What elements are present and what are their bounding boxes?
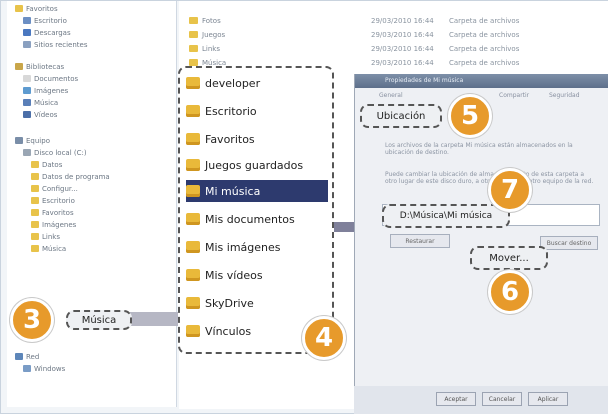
ubicacion-tab-callout[interactable]: Ubicación	[360, 104, 442, 128]
folder-item-juegos-guardados[interactable]: Juegos guardados	[186, 154, 328, 176]
file-type: Carpeta de archivos	[449, 31, 520, 39]
drive-icon	[23, 149, 31, 156]
file-type: Carpeta de archivos	[449, 45, 520, 53]
file-date: 29/03/2010 16:44	[371, 17, 434, 25]
nav-item-videos[interactable]: Vídeos	[23, 109, 57, 120]
nav-item-imagenes-2[interactable]: Imágenes	[31, 219, 76, 230]
cancel-button[interactable]: Cancelar	[482, 392, 522, 406]
step-badge-7: 7	[488, 168, 532, 212]
connector-line	[130, 312, 178, 326]
computer-icon	[23, 365, 31, 372]
file-type: Carpeta de archivos	[449, 59, 520, 67]
folder-icon	[31, 197, 39, 204]
apply-button[interactable]: Aplicar	[528, 392, 568, 406]
file-type: Carpeta de archivos	[449, 17, 520, 25]
musica-callout[interactable]: Música	[66, 310, 132, 330]
folder-icon	[186, 269, 200, 281]
file-row[interactable]: Juegos	[189, 29, 225, 40]
file-date: 29/03/2010 16:44	[371, 59, 434, 67]
folder-icon	[31, 245, 39, 252]
folder-list-callout: developer Escritorio Favoritos Juegos gu…	[178, 66, 334, 354]
nav-item-red[interactable]: Red	[15, 351, 39, 362]
nav-item-favoritos-2[interactable]: Favoritos	[31, 207, 74, 218]
folder-icon	[186, 297, 200, 309]
folder-item-favoritos[interactable]: Favoritos	[186, 128, 328, 150]
nav-item-bibliotecas[interactable]: Bibliotecas	[15, 61, 64, 72]
computer-icon	[15, 137, 23, 144]
folder-item-skydrive[interactable]: SkyDrive	[186, 292, 328, 314]
nav-item-musica-2[interactable]: Música	[31, 243, 66, 254]
nav-item-musica[interactable]: Música	[23, 97, 58, 108]
folder-icon	[31, 233, 39, 240]
recent-places-icon	[23, 41, 31, 48]
file-date: 29/03/2010 16:44	[371, 31, 434, 39]
tab-seguridad[interactable]: Seguridad	[545, 92, 584, 106]
folder-icon	[186, 77, 200, 89]
folder-item-mis-imagenes[interactable]: Mis imágenes	[186, 236, 328, 258]
nav-item-descargas[interactable]: Descargas	[23, 27, 71, 38]
folder-icon	[31, 209, 39, 216]
navigation-pane[interactable]: Favoritos Escritorio Descargas Sitios re…	[7, 1, 177, 407]
folder-icon	[186, 105, 200, 117]
nav-item-escritorio-2[interactable]: Escritorio	[31, 195, 75, 206]
nav-item-escritorio[interactable]: Escritorio	[23, 15, 67, 26]
nav-item-equipo[interactable]: Equipo	[15, 135, 50, 146]
restore-button[interactable]: Restaurar	[390, 234, 450, 248]
nav-item-favoritos[interactable]: Favoritos	[15, 3, 58, 14]
document-icon	[23, 75, 31, 82]
step-badge-6: 6	[488, 270, 532, 314]
folder-icon	[189, 31, 198, 38]
folder-icon	[186, 213, 200, 225]
folder-icon	[189, 59, 198, 66]
music-icon	[23, 99, 31, 106]
nav-item-disco-local[interactable]: Disco local (C:)	[23, 147, 87, 158]
star-icon	[15, 5, 23, 12]
folder-item-escritorio[interactable]: Escritorio	[186, 100, 328, 122]
file-row[interactable]: Fotos	[189, 15, 221, 26]
folder-icon	[31, 161, 39, 168]
find-target-button[interactable]: Buscar destino	[540, 236, 598, 250]
folder-item-mis-videos[interactable]: Mis vídeos	[186, 264, 328, 286]
dialog-description: Los archivos de la carpeta Mi música est…	[385, 142, 573, 156]
pictures-icon	[23, 87, 31, 94]
connector-line	[334, 222, 356, 232]
ok-button[interactable]: Aceptar	[436, 392, 476, 406]
file-date: 29/03/2010 16:44	[371, 45, 434, 53]
desktop-icon	[23, 17, 31, 24]
nav-item-links[interactable]: Links	[31, 231, 60, 242]
folder-icon	[186, 185, 200, 197]
folder-item-mi-musica[interactable]: Mi música	[186, 180, 328, 202]
tab-compartir[interactable]: Compartir	[495, 92, 533, 106]
nav-item-documentos[interactable]: Documentos	[23, 73, 78, 84]
folder-icon	[186, 325, 200, 337]
nav-item-datos-programa[interactable]: Datos de programa	[31, 171, 110, 182]
file-row[interactable]: Links	[189, 43, 220, 54]
folder-icon	[186, 241, 200, 253]
folder-icon	[189, 45, 198, 52]
folder-icon	[31, 173, 39, 180]
folder-icon	[186, 159, 200, 171]
folder-icon	[31, 185, 39, 192]
folder-icon	[31, 221, 39, 228]
nav-item-imagenes[interactable]: Imágenes	[23, 85, 68, 96]
folder-item-mis-documentos[interactable]: Mis documentos	[186, 208, 328, 230]
library-icon	[15, 63, 23, 70]
nav-item-datos[interactable]: Datos	[31, 159, 62, 170]
step-badge-3: 3	[10, 298, 54, 342]
network-icon	[15, 353, 23, 360]
folder-icon	[189, 17, 198, 24]
path-input-callout[interactable]: D:\Música\Mi música	[382, 204, 510, 228]
step-badge-4: 4	[302, 316, 346, 360]
dialog-footer	[354, 386, 608, 414]
nav-item-recientes[interactable]: Sitios recientes	[23, 39, 88, 50]
folder-icon	[186, 133, 200, 145]
dialog-title: Propiedades de Mi música	[355, 74, 608, 88]
nav-item-configuracion[interactable]: Configur...	[31, 183, 78, 194]
step-badge-5: 5	[448, 94, 492, 138]
mover-button-callout[interactable]: Mover...	[470, 246, 548, 270]
video-icon	[23, 111, 31, 118]
folder-item-developer[interactable]: developer	[186, 72, 328, 94]
nav-item-windows[interactable]: Windows	[23, 363, 65, 374]
download-icon	[23, 29, 31, 36]
